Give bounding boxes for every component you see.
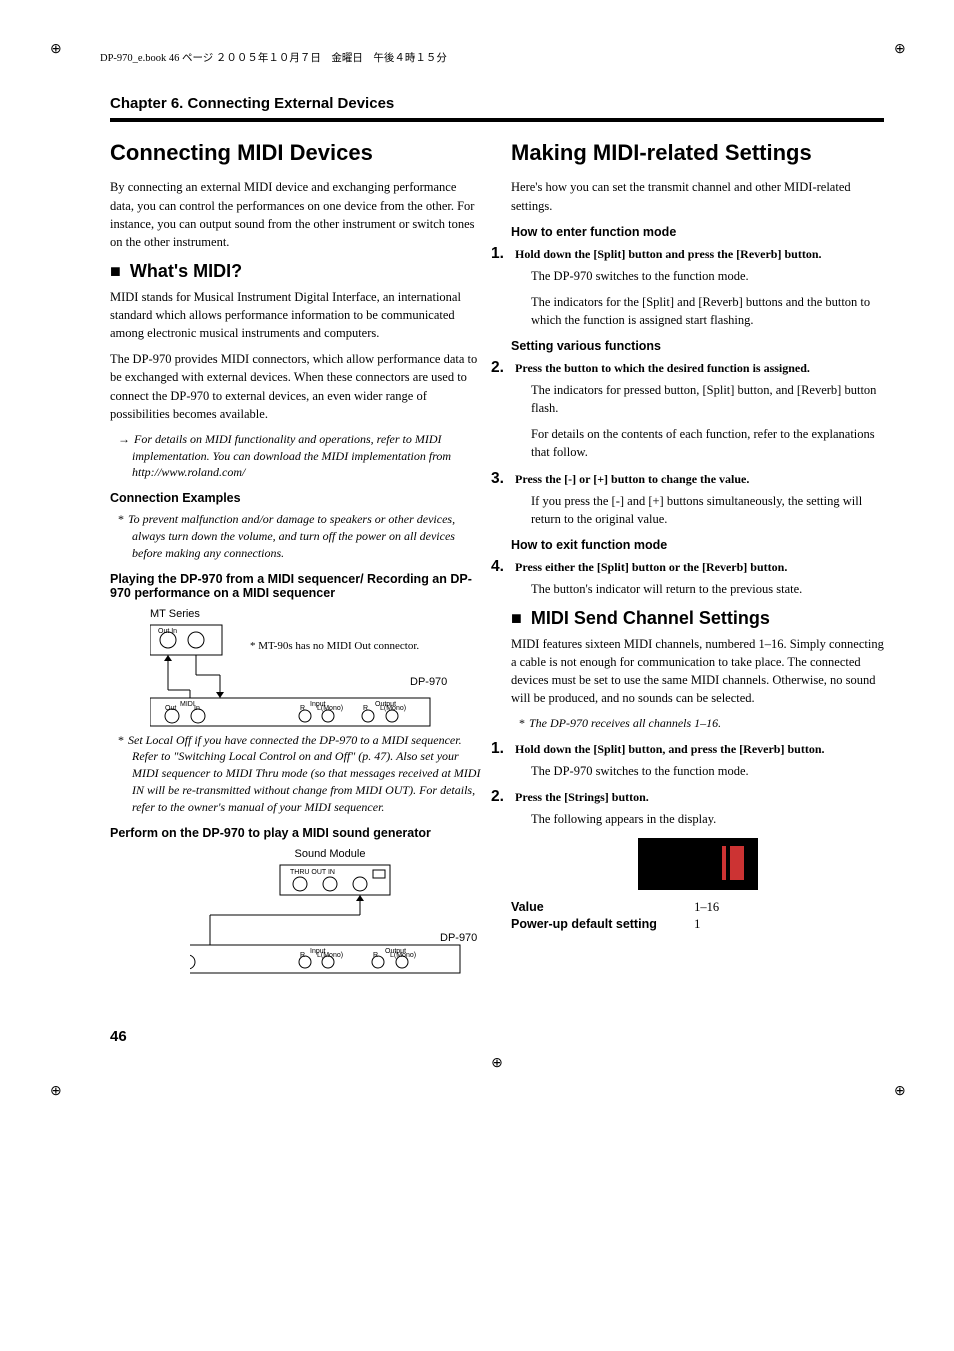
ms-step-2: 2.Press the [Strings] button.	[511, 788, 884, 806]
svg-text:R: R	[373, 952, 378, 959]
svg-text:Out In: Out In	[158, 628, 177, 635]
step-3-follow-a: If you press the [-] and [+] buttons sim…	[531, 492, 884, 528]
sound-module-label: Sound Module	[270, 848, 390, 860]
default-value: 1	[694, 917, 700, 931]
enter-function-heading: How to enter function mode	[511, 225, 884, 239]
intro-paragraph: By connecting an external MIDI device an…	[110, 178, 483, 251]
bottom-registration: ⊕	[110, 1055, 884, 1072]
midi-sequencer-diagram: MT Series Out In	[150, 608, 483, 730]
book-header-line: DP-970_e.book 46 ページ ２００５年１０月７日 金曜日 午後４時…	[100, 50, 884, 65]
arrow-icon: →	[118, 432, 130, 446]
registration-icon: ⊕	[491, 1056, 503, 1071]
ms-step-1-follow: The DP-970 switches to the function mode…	[531, 762, 884, 780]
playing-dp970-heading: Playing the DP-970 from a MIDI sequencer…	[110, 572, 483, 600]
midi-send-paragraph: MIDI features sixteen MIDI channels, num…	[511, 635, 884, 708]
crop-mark-top-left: ⊕	[50, 40, 70, 60]
display-screenshot	[638, 838, 758, 890]
diagram-svg: Out In MIDI	[150, 620, 440, 730]
note-text: The DP-970 receives all channels 1–16.	[529, 716, 721, 730]
sound-generator-diagram: Sound Module THRU OUT IN	[190, 848, 483, 980]
step-1-follow-b: The indicators for the [Split] and [Reve…	[531, 293, 884, 329]
subsection-midi-send: ■ MIDI Send Channel Settings	[511, 608, 884, 629]
svg-text:R: R	[363, 705, 368, 712]
perform-heading: Perform on the DP-970 to play a MIDI sou…	[110, 826, 483, 840]
whats-midi-heading: What's MIDI?	[130, 261, 242, 281]
asterisk-icon: *	[118, 733, 124, 747]
step-3-text: Press the [-] or [+] button to change th…	[515, 472, 749, 486]
svg-text:L(Mono): L(Mono)	[390, 952, 416, 959]
crop-mark-top-right: ⊕	[894, 40, 914, 60]
left-column: Connecting MIDI Devices By connecting an…	[110, 140, 483, 988]
step-2-follow-b: For details on the contents of each func…	[531, 425, 884, 461]
warning-note: * To prevent malfunction and/or damage to…	[110, 511, 483, 561]
midi-implementation-note: →For details on MIDI functionality and o…	[110, 431, 483, 481]
value-range: 1–16	[694, 900, 719, 914]
connection-examples-heading: Connection Examples	[110, 491, 483, 505]
exit-function-heading: How to exit function mode	[511, 538, 884, 552]
ms-step-2-text: Press the [Strings] button.	[515, 790, 649, 804]
section-heading-connecting: Connecting MIDI Devices	[110, 140, 483, 166]
svg-text:L(Mono): L(Mono)	[317, 705, 343, 712]
svg-text:R: R	[300, 952, 305, 959]
ms-step-1-text: Hold down the [Split] button, and press …	[515, 742, 825, 756]
value-row: Value 1–16	[511, 900, 884, 915]
right-column: Making MIDI-related Settings Here's how …	[511, 140, 884, 988]
svg-text:THRU OUT IN: THRU OUT IN	[290, 869, 335, 876]
step-1: 1.Hold down the [Split] button and press…	[511, 245, 884, 263]
step-2-follow-a: The indicators for pressed button, [Spli…	[531, 381, 884, 417]
section-heading-making-midi: Making MIDI-related Settings	[511, 140, 884, 166]
step-4: 4.Press either the [Split] button or the…	[511, 558, 884, 576]
asterisk-icon: *	[118, 512, 124, 526]
whats-midi-p2: The DP-970 provides MIDI connectors, whi…	[110, 350, 483, 423]
note-text: Set Local Off if you have connected the …	[128, 733, 480, 814]
whats-midi-p1: MIDI stands for Musical Instrument Digit…	[110, 288, 483, 342]
registration-icon: ⊕	[50, 1084, 62, 1099]
svg-text:R: R	[300, 705, 305, 712]
svg-text:L(Mono): L(Mono)	[380, 705, 406, 712]
mt90-note-text: * MT-90s has no MIDI Out connector.	[250, 640, 483, 652]
step-3: 3.Press the [-] or [+] button to change …	[511, 470, 884, 488]
note-text: For details on MIDI functionality and op…	[132, 432, 451, 480]
midi-send-heading: MIDI Send Channel Settings	[531, 608, 770, 628]
step-4-text: Press either the [Split] button or the […	[515, 560, 787, 574]
dp970-diag1-label: DP-970	[410, 676, 483, 688]
registration-icon: ⊕	[894, 1084, 906, 1099]
step-2: 2.Press the button to which the desired …	[511, 359, 884, 377]
crop-mark-bottom-left: ⊕	[50, 1082, 70, 1102]
setting-various-heading: Setting various functions	[511, 339, 884, 353]
ms-step-1: 1.Hold down the [Split] button, and pres…	[511, 740, 884, 758]
chapter-title: Chapter 6. Connecting External Devices	[110, 95, 884, 122]
value-label: Value	[511, 900, 691, 914]
crop-mark-bottom-right: ⊕	[894, 1082, 914, 1102]
ms-step-2-follow: The following appears in the display.	[531, 810, 884, 828]
local-off-note: * Set Local Off if you have connected the…	[110, 732, 483, 816]
two-column-layout: Connecting MIDI Devices By connecting an…	[110, 140, 884, 988]
page-number: 46	[110, 1028, 884, 1045]
page: ⊕ ⊕ DP-970_e.book 46 ページ ２００５年１０月７日 金曜日 …	[0, 0, 954, 1132]
default-label: Power-up default setting	[511, 917, 691, 931]
svg-text:MIDI: MIDI	[180, 701, 195, 708]
asterisk-icon: *	[519, 716, 525, 730]
subsection-whats-midi: ■ What's MIDI?	[110, 261, 483, 282]
registration-icon: ⊕	[894, 42, 906, 57]
black-square-icon: ■	[511, 608, 522, 628]
right-intro: Here's how you can set the transmit chan…	[511, 178, 884, 214]
step-1-follow-a: The DP-970 switches to the function mode…	[531, 267, 884, 285]
mt-series-label: MT Series	[150, 608, 483, 620]
svg-text:L(Mono): L(Mono)	[317, 952, 343, 959]
svg-text:In: In	[194, 705, 200, 712]
step-1-text: Hold down the [Split] button and press t…	[515, 247, 822, 261]
note-text: To prevent malfunction and/or damage to …	[128, 512, 455, 560]
registration-icon: ⊕	[50, 42, 62, 57]
black-square-icon: ■	[110, 261, 121, 281]
diagram2-svg: THRU OUT IN MIDI	[190, 860, 480, 980]
step-4-follow-a: The button's indicator will return to th…	[531, 580, 884, 598]
step-2-text: Press the button to which the desired fu…	[515, 361, 810, 375]
midi-receive-note: * The DP-970 receives all channels 1–16.	[511, 715, 884, 732]
svg-text:Out: Out	[165, 705, 176, 712]
dp970-diag2-label: DP-970	[440, 932, 483, 944]
default-row: Power-up default setting 1	[511, 917, 884, 932]
